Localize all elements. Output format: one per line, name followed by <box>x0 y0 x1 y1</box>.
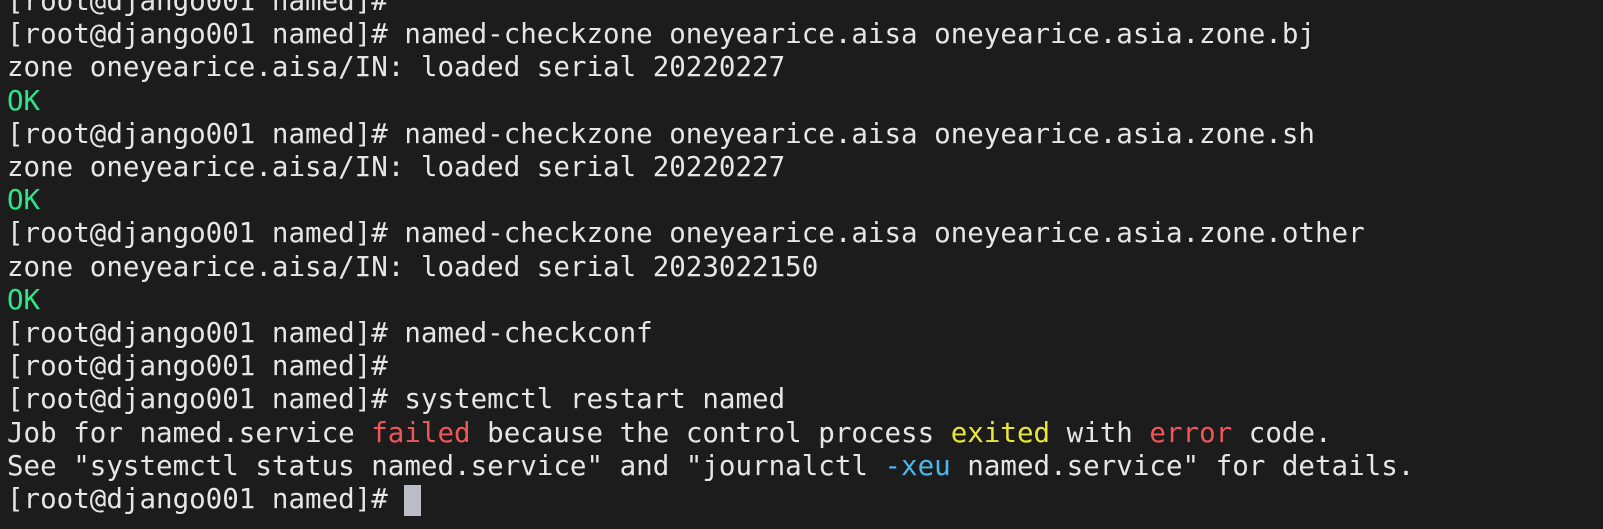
terminal-text: [root@django001 named]# named-checkconf <box>7 317 653 349</box>
terminal-text: because the control process <box>470 416 951 449</box>
prompt-line: [root@django001 named]# named-checkzone … <box>7 18 1315 51</box>
prompt-line: [root@django001 named]# systemctl restar… <box>7 383 785 416</box>
terminal-text: Job for named.service <box>7 416 372 449</box>
terminal-text: [root@django001 named]# <box>7 483 405 515</box>
output-line: zone oneyearice.aisa/IN: loaded serial 2… <box>7 251 818 284</box>
terminal-window[interactable]: [root@django001 named]# [root@django001 n… <box>0 0 1603 529</box>
output-line: zone oneyearice.aisa/IN: loaded serial 2… <box>7 51 785 84</box>
prompt-line: [root@django001 named]# <box>7 0 388 18</box>
output-line: See "systemctl status named.service" and… <box>7 450 1414 483</box>
terminal-text: [root@django001 named]# <box>7 0 388 17</box>
prompt-line: [root@django001 named]# named-checkzone … <box>7 118 1315 151</box>
cursor-block <box>404 485 422 516</box>
terminal-text: zone oneyearice.aisa/IN: loaded serial 2… <box>7 250 819 283</box>
terminal-text: [root@django001 named]# named-checkzone … <box>7 117 1315 150</box>
highlight-red-text: failed <box>371 416 471 449</box>
terminal-text: [root@django001 named]# systemctl restar… <box>7 383 786 416</box>
highlight-cyan-text: -xeu <box>884 449 951 482</box>
terminal-text: zone oneyearice.aisa/IN: loaded serial 2… <box>7 51 786 84</box>
terminal-text: See "systemctl status named.service" and… <box>7 449 885 482</box>
terminal-text: zone oneyearice.aisa/IN: loaded serial 2… <box>7 151 786 183</box>
terminal-text: named.service" for details. <box>950 449 1415 482</box>
highlight-green-text: OK <box>7 283 41 316</box>
output-line: OK <box>7 284 40 317</box>
output-line: Job for named.service failed because the… <box>7 417 1332 450</box>
prompt-line: [root@django001 named]# named-checkconf <box>7 317 653 350</box>
terminal-text: [root@django001 named]# named-checkzone … <box>7 18 1315 51</box>
terminal-text: [root@django001 named]# named-checkzone … <box>7 217 1365 250</box>
output-line: OK <box>7 184 40 217</box>
terminal-text: [root@django001 named]# <box>7 350 388 383</box>
prompt-line: [root@django001 named]# <box>7 350 388 383</box>
highlight-green-text: OK <box>7 184 41 217</box>
highlight-green-text: OK <box>7 84 41 117</box>
output-line: zone oneyearice.aisa/IN: loaded serial 2… <box>7 151 785 184</box>
highlight-red-text: error <box>1149 416 1233 449</box>
highlight-yellow-text: exited <box>950 416 1051 449</box>
prompt-line: [root@django001 named]# named-checkzone … <box>7 217 1365 250</box>
terminal-text: with <box>1050 416 1150 449</box>
output-line: OK <box>7 85 40 118</box>
terminal-text: code. <box>1232 416 1332 449</box>
prompt-line: [root@django001 named]# <box>7 483 422 516</box>
